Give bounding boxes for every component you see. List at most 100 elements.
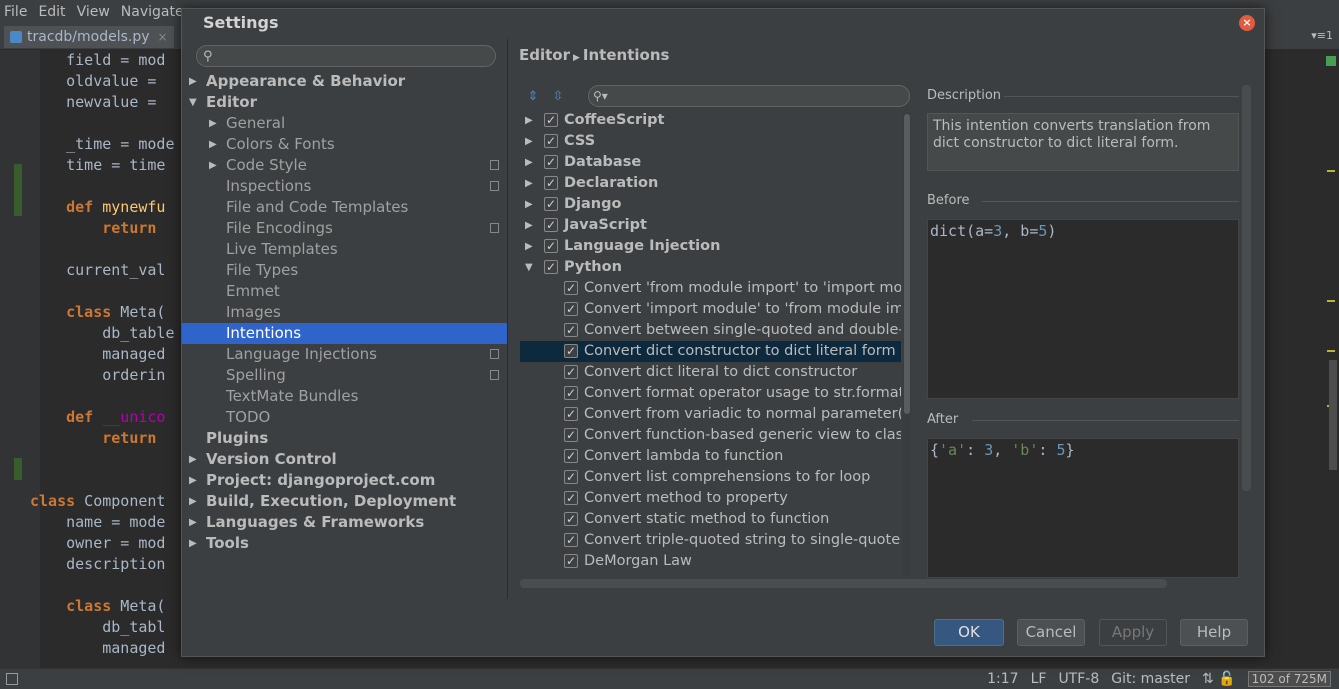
- collapse-arrow-icon[interactable]: ▼: [525, 257, 533, 278]
- expand-arrow-icon[interactable]: ▶: [525, 194, 533, 215]
- intention-checkbox[interactable]: ✓: [564, 323, 578, 337]
- settings-tree-item[interactable]: ▶ General: [182, 113, 507, 134]
- settings-tree-item[interactable]: Live Templates: [182, 239, 507, 260]
- intention-group[interactable]: ▶ ✓ Language Injection: [520, 236, 901, 257]
- intention-item[interactable]: ✓ Convert method to property: [520, 488, 901, 509]
- expand-arrow-icon[interactable]: ▶: [525, 236, 533, 257]
- intention-checkbox[interactable]: ✓: [564, 386, 578, 400]
- file-tab[interactable]: tracdb/models.py ×: [4, 26, 174, 48]
- settings-tree-item[interactable]: ▶ Project: djangoproject.com: [182, 470, 507, 491]
- intention-group[interactable]: ▼ ✓ Python: [520, 257, 901, 278]
- tool-windows-icon[interactable]: [6, 673, 18, 685]
- intention-item[interactable]: ✓ Convert dict constructor to dict litera…: [520, 341, 901, 362]
- settings-tree-item[interactable]: File Encodings: [182, 218, 507, 239]
- intentions-search-input[interactable]: ⚲▾: [588, 85, 910, 107]
- settings-tree-item[interactable]: ▶ Colors & Fonts: [182, 134, 507, 155]
- expand-arrow-icon[interactable]: ▶: [525, 215, 533, 236]
- settings-tree-item[interactable]: ▼ Editor: [182, 92, 507, 113]
- intention-checkbox[interactable]: ✓: [544, 113, 558, 127]
- settings-tree-item[interactable]: TextMate Bundles: [182, 386, 507, 407]
- settings-tree-item[interactable]: Inspections: [182, 176, 507, 197]
- line-separator[interactable]: LF: [1031, 671, 1047, 687]
- intention-checkbox[interactable]: ✓: [564, 302, 578, 316]
- expand-arrow-icon[interactable]: ▶: [525, 173, 533, 194]
- expand-arrow-icon[interactable]: ▶: [525, 110, 533, 131]
- intention-item[interactable]: ✓ Convert static method to function: [520, 509, 901, 530]
- settings-search-input[interactable]: ⚲: [196, 45, 496, 67]
- intention-item[interactable]: ✓ DeMorgan Law: [520, 551, 901, 572]
- settings-tree-item[interactable]: Language Injections: [182, 344, 507, 365]
- intention-group[interactable]: ▶ ✓ CSS: [520, 131, 901, 152]
- intention-checkbox[interactable]: ✓: [544, 218, 558, 232]
- menu-view[interactable]: View: [77, 4, 110, 20]
- intention-item[interactable]: ✓ Convert format operator usage to str.fo…: [520, 383, 901, 404]
- intention-checkbox[interactable]: ✓: [544, 197, 558, 211]
- collapse-arrow-icon[interactable]: ▼: [189, 92, 197, 113]
- collapse-all-icon[interactable]: ⇳: [550, 89, 566, 105]
- expand-arrow-icon[interactable]: ▶: [525, 131, 533, 152]
- intention-group[interactable]: ▶ ✓ Declaration: [520, 173, 901, 194]
- settings-tree-item[interactable]: ▶ Tools: [182, 533, 507, 554]
- apply-button[interactable]: Apply: [1099, 619, 1167, 646]
- expand-all-icon[interactable]: ⇕: [525, 89, 541, 105]
- expand-arrow-icon[interactable]: ▶: [525, 152, 533, 173]
- intention-checkbox[interactable]: ✓: [544, 176, 558, 190]
- intention-checkbox[interactable]: ✓: [564, 365, 578, 379]
- code-editor[interactable]: field = mod oldvalue = newvalue = _time …: [30, 50, 190, 668]
- intention-checkbox[interactable]: ✓: [564, 449, 578, 463]
- intention-item[interactable]: ✓ Convert triple-quoted string to single-…: [520, 530, 901, 551]
- settings-tree-item[interactable]: Images: [182, 302, 507, 323]
- settings-tree-item[interactable]: Plugins: [182, 428, 507, 449]
- intention-item[interactable]: ✓ Convert lambda to function: [520, 446, 901, 467]
- intention-item[interactable]: ✓ Convert between single-quoted and doubl…: [520, 320, 901, 341]
- settings-tree-item[interactable]: File and Code Templates: [182, 197, 507, 218]
- settings-tree-item[interactable]: ▶ Appearance & Behavior: [182, 71, 507, 92]
- memory-indicator[interactable]: 102 of 725M: [1247, 671, 1331, 687]
- preview-scrollbar[interactable]: [1242, 85, 1251, 491]
- expand-arrow-icon[interactable]: ▶: [189, 512, 197, 533]
- settings-tree-item[interactable]: TODO: [182, 407, 507, 428]
- help-button[interactable]: Help: [1180, 619, 1248, 646]
- intentions-vertical-scrollbar[interactable]: [903, 112, 911, 576]
- expand-arrow-icon[interactable]: ▶: [189, 71, 197, 92]
- tab-list-icon[interactable]: ▾≡1: [1311, 29, 1333, 42]
- intention-checkbox[interactable]: ✓: [544, 239, 558, 253]
- file-encoding[interactable]: UTF-8: [1058, 671, 1099, 687]
- intention-group[interactable]: ▶ ✓ Django: [520, 194, 901, 215]
- intention-item[interactable]: ✓ Convert dict literal to dict constructo…: [520, 362, 901, 383]
- caret-position[interactable]: 1:17: [987, 671, 1018, 687]
- settings-tree-item[interactable]: ▶ Code Style: [182, 155, 507, 176]
- intention-checkbox[interactable]: ✓: [564, 281, 578, 295]
- intention-group[interactable]: ▶ ✓ Database: [520, 152, 901, 173]
- intention-item[interactable]: ✓ Convert 'import module' to 'from module…: [520, 299, 901, 320]
- intention-checkbox[interactable]: ✓: [564, 407, 578, 421]
- cancel-button[interactable]: Cancel: [1017, 619, 1085, 646]
- intention-checkbox[interactable]: ✓: [564, 428, 578, 442]
- ok-button[interactable]: OK: [934, 619, 1004, 646]
- expand-arrow-icon[interactable]: ▶: [189, 491, 197, 512]
- intention-group[interactable]: ▶ ✓ CoffeeScript: [520, 110, 901, 131]
- settings-tree-item[interactable]: Emmet: [182, 281, 507, 302]
- intention-checkbox[interactable]: ✓: [564, 491, 578, 505]
- menu-navigate[interactable]: Navigate: [121, 4, 184, 20]
- intention-checkbox[interactable]: ✓: [544, 134, 558, 148]
- editor-scrollbar-thumb[interactable]: [1329, 360, 1337, 470]
- expand-arrow-icon[interactable]: ▶: [209, 155, 217, 176]
- settings-tree-item[interactable]: ▶ Languages & Frameworks: [182, 512, 507, 533]
- menu-edit[interactable]: Edit: [38, 4, 65, 20]
- intentions-horizontal-scrollbar[interactable]: [520, 579, 1167, 588]
- expand-arrow-icon[interactable]: ▶: [189, 533, 197, 554]
- intention-checkbox[interactable]: ✓: [544, 260, 558, 274]
- intention-group[interactable]: ▶ ✓ JavaScript: [520, 215, 901, 236]
- intention-checkbox[interactable]: ✓: [564, 470, 578, 484]
- close-icon[interactable]: ×: [1239, 15, 1255, 31]
- vcs-branch[interactable]: Git: master: [1111, 671, 1190, 687]
- expand-arrow-icon[interactable]: ▶: [189, 470, 197, 491]
- intention-checkbox[interactable]: ✓: [564, 512, 578, 526]
- expand-arrow-icon[interactable]: ▶: [189, 449, 197, 470]
- settings-tree-item[interactable]: Intentions: [182, 323, 507, 344]
- intention-checkbox[interactable]: ✓: [564, 533, 578, 547]
- settings-tree-item[interactable]: ▶ Version Control: [182, 449, 507, 470]
- close-tab-icon[interactable]: ×: [158, 30, 168, 44]
- settings-tree-item[interactable]: Spelling: [182, 365, 507, 386]
